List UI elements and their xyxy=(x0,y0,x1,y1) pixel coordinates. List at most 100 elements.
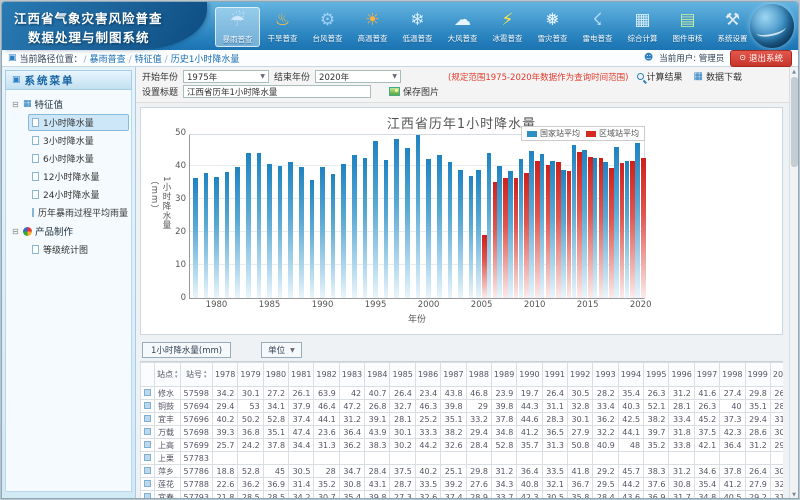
value-cell: 44.2 xyxy=(618,478,643,491)
app-title-block: 江西省气象灾害风险普查 数据处理与制图系统 xyxy=(2,2,207,50)
bar-national-2020 xyxy=(635,143,640,298)
value-cell: 38.2 xyxy=(644,413,669,426)
calculator-icon: ▦ xyxy=(628,9,658,31)
bar-national-2017 xyxy=(603,162,608,298)
value-cell xyxy=(745,452,770,465)
end-year-select[interactable]: 2020年▼ xyxy=(315,70,401,83)
bar-national-1994 xyxy=(363,158,368,298)
row-icon-cell xyxy=(141,387,155,400)
sidebar-tree: ⊟▦特征值1小时降水量3小时降水量6小时降水量12小时降水量24小时降水量历年暴… xyxy=(5,90,132,492)
value-cell xyxy=(720,452,745,465)
table-row-57783[interactable]: 上栗57783 xyxy=(141,452,784,465)
toolbar-item-rainstorm[interactable]: ☔暴雨普查 xyxy=(215,7,260,47)
value-cell: 26.3 xyxy=(694,400,719,413)
tree-item-0-1[interactable]: 3小时降水量 xyxy=(28,132,129,149)
toolbar-item-hightemp[interactable]: ☀高温普查 xyxy=(350,7,395,45)
value-cell: 35.1 xyxy=(745,400,770,413)
value-cell: 40.8 xyxy=(517,478,542,491)
scroll-up-icon[interactable]: ▲ xyxy=(792,67,796,77)
value-cell: 31.2 xyxy=(745,439,770,452)
corner-cell xyxy=(141,363,155,387)
tree-group-0[interactable]: ⊟▦特征值 xyxy=(8,95,129,113)
toolbar-item-typhoon[interactable]: ⚙台风普查 xyxy=(305,7,350,45)
value-cell xyxy=(415,452,440,465)
breadcrumb-item[interactable]: 特征值 xyxy=(135,55,162,65)
unit-button[interactable]: 1小时降水量(mm) xyxy=(142,342,231,358)
tree-group-label: 特征值 xyxy=(35,97,64,111)
value-cell: 32.7 xyxy=(390,400,415,413)
column-header: 1988 xyxy=(466,363,491,387)
toolbar-item-lightning[interactable]: ☇雷电普查 xyxy=(575,7,620,45)
value-cell xyxy=(390,452,415,465)
value-cell: 23.4 xyxy=(415,387,440,400)
sort-icon[interactable]: ▴▾ xyxy=(204,370,207,379)
value-cell: 40.2 xyxy=(212,413,237,426)
bar-national-2019 xyxy=(625,161,630,298)
tree-group-1[interactable]: ⊟产品制作 xyxy=(8,222,129,240)
tree-item-0-2[interactable]: 6小时降水量 xyxy=(28,150,129,167)
toolbar-item-settings[interactable]: ⚒系统设置 xyxy=(710,7,755,45)
app-window: 江西省气象灾害风险普查 数据处理与制图系统 ☔暴雨普查♨干旱普查⚙台风普查☀高温… xyxy=(1,1,799,499)
chart-title-input[interactable]: 江西省历年1小时降水量 xyxy=(183,85,371,98)
table-row-57788[interactable]: 莲花5778822.636.236.931.435.230.843.128.73… xyxy=(141,478,784,491)
toolbar-item-compute[interactable]: ▦综合计算 xyxy=(620,7,665,45)
start-year-select[interactable]: 1975年▼ xyxy=(183,70,269,83)
collapse-icon[interactable]: ⊟ xyxy=(12,227,20,236)
scroll-down-icon[interactable]: ▼ xyxy=(792,490,796,499)
column-header[interactable]: 站号▴▾ xyxy=(180,363,212,387)
drought-icon: ♨ xyxy=(268,9,298,31)
y-tick-label: 10 xyxy=(175,260,186,270)
toolbar-item-hail[interactable]: ⚡冰雹普查 xyxy=(485,7,530,45)
user-icon: ☻ xyxy=(644,53,653,63)
table-row-57698[interactable]: 万载5769839.336.835.147.423.636.443.930.13… xyxy=(141,426,784,439)
toolbar-item-lowtemp[interactable]: ❄低温普查 xyxy=(395,7,440,45)
table-row-57694[interactable]: 铜鼓5769429.45334.137.946.447.226.832.746.… xyxy=(141,400,784,413)
calculate-button[interactable]: 计算结果 xyxy=(634,70,686,83)
toolbar-item-snow[interactable]: ❅雪灾普查 xyxy=(530,7,575,45)
vscroll-thumb[interactable] xyxy=(791,77,798,167)
station-id-cell: 57793 xyxy=(180,491,212,500)
save-image-button[interactable]: 保存图片 xyxy=(386,85,442,98)
toolbar-item-review[interactable]: ▤图件审核 xyxy=(665,7,710,45)
data-table-wrap: 站点▴▾站号▴▾19781979198019811982198319841985… xyxy=(140,361,783,499)
breadcrumb-label: 当前路径位置： xyxy=(20,52,83,65)
breadcrumb-item[interactable]: 暴雨普查 xyxy=(90,55,126,65)
column-header: 1994 xyxy=(618,363,643,387)
value-cell xyxy=(289,452,314,465)
value-cell: 28.5 xyxy=(263,491,288,500)
tree-item-1-0[interactable]: 等级统计图 xyxy=(28,241,129,258)
logout-button[interactable]: ⊙ 退出系统 xyxy=(730,50,792,67)
wrench-icon: ⚒ xyxy=(718,9,748,31)
table-row-57786[interactable]: 萍乡5778618.852.84530.52834.728.437.540.22… xyxy=(141,465,784,478)
sort-icon[interactable]: ▴▾ xyxy=(175,370,178,379)
table-row-57793[interactable]: 宜春5779321.828.528.534.230.735.439.827.33… xyxy=(141,491,784,500)
table-row-57696[interactable]: 宜丰5769640.250.252.837.444.131.239.128.12… xyxy=(141,413,784,426)
tree-item-0-4[interactable]: 24小时降水量 xyxy=(28,186,129,203)
column-header[interactable]: 站点▴▾ xyxy=(155,363,181,387)
value-cell: 33.3 xyxy=(415,426,440,439)
table-zone: 1小时降水量(mm) 单位▼ 站点▴▾站号▴▾19781979198019811… xyxy=(140,339,783,499)
tree-item-0-0[interactable]: 1小时降水量 xyxy=(28,114,129,131)
toolbar-item-drought[interactable]: ♨干旱普查 xyxy=(260,7,305,45)
value-cell xyxy=(542,452,567,465)
unit-filter-dropdown[interactable]: 单位▼ xyxy=(261,342,302,358)
download-button[interactable]: ▦ 数据下载 xyxy=(691,70,745,83)
bar-national-1981 xyxy=(225,172,230,298)
value-cell: 32.6 xyxy=(415,491,440,500)
tree-item-0-5[interactable]: 历年暴雨过程平均雨量 xyxy=(28,204,129,221)
toolbar-item-label: 雷电普查 xyxy=(583,33,613,44)
table-row-57699[interactable]: 上高5769925.724.237.834.431.336.238.330.24… xyxy=(141,439,784,452)
collapse-icon[interactable]: ⊟ xyxy=(12,100,20,109)
value-cell: 28.4 xyxy=(593,491,618,500)
toolbar-item-wind[interactable]: ☁大风普查 xyxy=(440,7,485,45)
table-row-57598[interactable]: 修水5759834.230.127.226.163.94240.726.423.… xyxy=(141,387,784,400)
tree-item-0-3[interactable]: 12小时降水量 xyxy=(28,168,129,185)
station-name-cell: 上高 xyxy=(155,439,181,452)
value-cell: 43.6 xyxy=(618,491,643,500)
bar-national-2010 xyxy=(529,151,534,298)
row-icon-cell xyxy=(141,465,155,478)
value-cell: 37.9 xyxy=(289,400,314,413)
vertical-scrollbar[interactable]: ▲ ▼ xyxy=(789,67,798,499)
value-cell: 39.8 xyxy=(491,400,516,413)
breadcrumb-item[interactable]: 历史1小时降水量 xyxy=(171,55,240,65)
